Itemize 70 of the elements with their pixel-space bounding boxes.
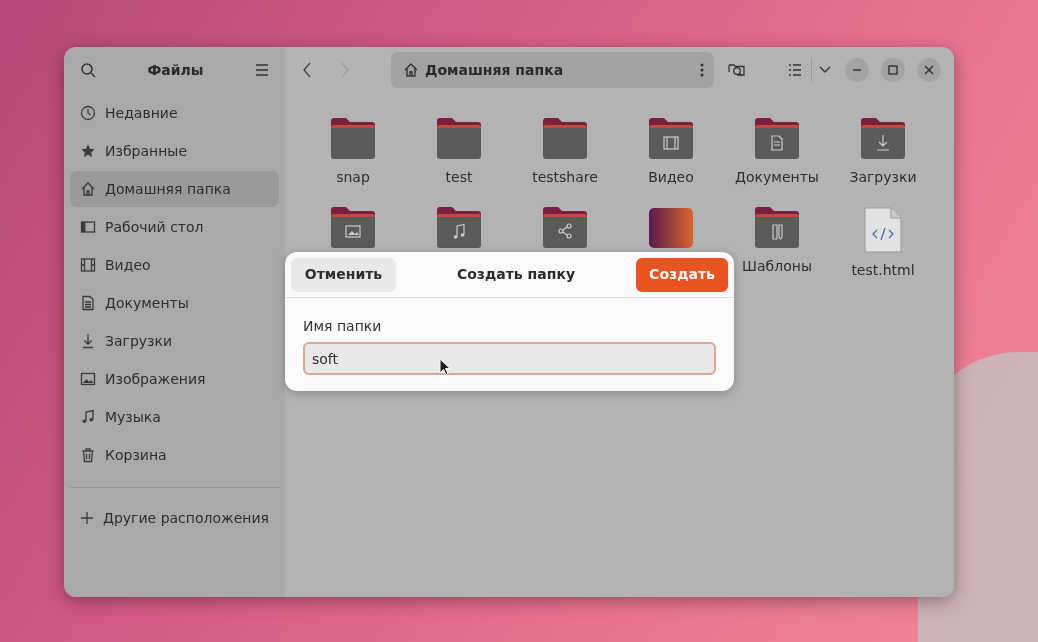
pictures-folder-icon[interactable]	[329, 206, 377, 250]
folder-name-field[interactable]: soft	[303, 342, 716, 375]
view-options-button[interactable]	[819, 66, 831, 74]
clock-icon	[80, 105, 96, 121]
documents-folder-icon[interactable]	[753, 117, 801, 161]
picture-icon	[80, 371, 96, 387]
folder-search-icon	[728, 62, 746, 78]
file-name: Видео	[648, 168, 694, 187]
file-name: test	[445, 168, 473, 187]
file-name: Загрузки	[849, 168, 917, 187]
sidebar-item[interactable]: Корзина	[70, 437, 279, 473]
app-title: Файлы	[147, 60, 204, 80]
sidebar-item[interactable]: Рабочий стол	[70, 209, 279, 245]
search-icon	[80, 62, 96, 78]
minimize-button[interactable]	[845, 58, 869, 82]
star-icon	[80, 143, 96, 159]
back-icon	[303, 62, 311, 78]
sidebar-item[interactable]: Изображения	[70, 361, 279, 397]
menu-button[interactable]	[255, 64, 269, 76]
path-bar[interactable]: Домашняя папка	[391, 52, 714, 88]
list-icon	[788, 64, 802, 76]
image-thumbnail[interactable]	[647, 206, 695, 250]
back-button[interactable]	[303, 62, 311, 78]
film-icon	[80, 257, 96, 273]
search-button[interactable]	[80, 62, 96, 78]
file-name: testshare	[532, 168, 598, 187]
menu-icon	[255, 64, 269, 76]
shared-folder-icon[interactable]	[541, 206, 589, 250]
music-folder-icon[interactable]	[435, 206, 483, 250]
file-name: test.html	[851, 261, 915, 280]
close-button[interactable]	[917, 58, 941, 82]
sidebar-item[interactable]: Загрузки	[70, 323, 279, 359]
maximize-button[interactable]	[881, 58, 905, 82]
more-icon[interactable]	[700, 63, 704, 77]
maximize-icon	[888, 65, 898, 75]
desktop-icon	[80, 219, 96, 235]
download-icon	[80, 333, 96, 349]
cancel-button[interactable]: Отменить	[291, 257, 396, 292]
create-button[interactable]: Создать	[636, 257, 728, 292]
home-icon	[80, 181, 96, 197]
path-label: Домашняя папка	[425, 60, 565, 80]
templates-folder-icon[interactable]	[753, 206, 801, 250]
file-name: snap	[336, 168, 370, 187]
downloads-folder-icon[interactable]	[859, 117, 907, 161]
sidebar-item[interactable]: Домашняя папка	[70, 171, 279, 207]
folder-icon[interactable]	[435, 117, 483, 161]
file-name: Шаблоны	[742, 257, 812, 276]
sidebar-item[interactable]: Недавние	[70, 95, 279, 131]
home-icon	[403, 62, 419, 78]
sidebar-item[interactable]: Документы	[70, 285, 279, 321]
sidebar-item[interactable]: Избранные	[70, 133, 279, 169]
close-icon	[924, 65, 934, 75]
list-view-button[interactable]	[788, 64, 802, 76]
field-label: Имя папки	[303, 317, 383, 336]
document-icon	[80, 295, 96, 311]
sidebar-item[interactable]: Музыка	[70, 399, 279, 435]
plus-icon	[80, 511, 94, 525]
folder-icon[interactable]	[541, 117, 589, 161]
music-note-icon	[80, 409, 96, 425]
file-name: Документы	[735, 168, 819, 187]
minimize-icon	[853, 69, 861, 71]
other-locations-item[interactable]: Другие расположения	[70, 500, 279, 536]
trash-icon	[80, 447, 96, 463]
video-folder-icon[interactable]	[647, 117, 695, 161]
mouse-pointer-icon	[439, 358, 450, 375]
folder-icon[interactable]	[329, 117, 377, 161]
chevron-down-icon	[819, 66, 831, 74]
folder-search-button[interactable]	[728, 62, 746, 78]
dialog-title: Создать папку	[456, 265, 575, 284]
sidebar-item[interactable]: Видео	[70, 247, 279, 283]
